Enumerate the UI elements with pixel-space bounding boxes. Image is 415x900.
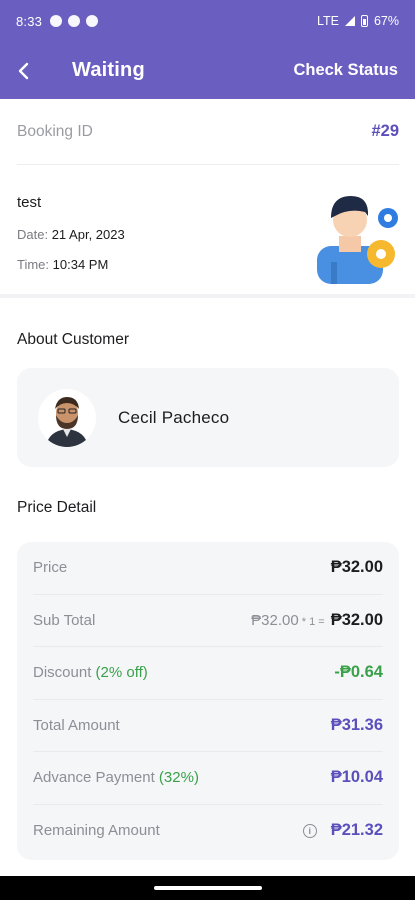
customer-name: Cecil Pacheco — [118, 407, 230, 427]
discount-row: Discount (2% off) -₱0.64 — [33, 647, 383, 700]
discount-label: Discount — [33, 664, 92, 682]
advance-percent: (32%) — [158, 769, 199, 787]
subtotal-label: Sub Total — [33, 611, 96, 629]
messenger-notification-icon — [86, 15, 99, 27]
back-arrow-icon — [18, 62, 29, 79]
time-label: Time: — [17, 257, 50, 272]
advance-value: ₱10.04 — [330, 768, 383, 787]
discount-value: -₱0.64 — [334, 663, 383, 682]
discount-label-group: Discount (2% off) — [33, 664, 148, 681]
price-row: Price ₱32.00 — [33, 542, 383, 595]
status-bar: 8:33 LTE 67% — [0, 0, 415, 42]
remaining-label: Remaining Amount — [33, 822, 160, 840]
battery-percent: 67% — [373, 14, 399, 28]
subtotal-calculation: ₱32.00 * 1 = — [251, 612, 325, 629]
customer-avatar-image — [46, 396, 88, 447]
battery-icon — [360, 15, 368, 27]
advance-label: Advance Payment — [33, 769, 155, 787]
subtotal-unit-price: ₱32.00 — [251, 611, 299, 629]
price-value: ₱32.00 — [330, 558, 383, 577]
status-time: 8:33 — [16, 13, 43, 29]
system-nav-bar — [0, 876, 415, 900]
info-icon[interactable]: i — [302, 823, 317, 838]
home-gesture-handle[interactable] — [154, 886, 262, 890]
network-type: LTE — [316, 14, 339, 28]
customer-card[interactable]: Cecil Pacheco — [17, 368, 399, 467]
price-detail-card: Price ₱32.00 Sub Total ₱32.00 * 1 = ₱32.… — [17, 542, 399, 860]
subtotal-value-group: ₱32.00 * 1 = ₱32.00 — [251, 611, 383, 630]
time-value: 10:34 PM — [52, 257, 109, 272]
price-detail-title: Price Detail — [17, 499, 97, 516]
discount-percent: (2% off) — [95, 664, 148, 682]
facebook-notification-icon — [68, 15, 81, 27]
date-value: 21 Apr, 2023 — [51, 227, 125, 242]
check-status-button[interactable]: Check Status — [293, 61, 398, 80]
price-label: Price — [33, 559, 68, 577]
remaining-row: Remaining Amount i ₱21.32 — [33, 805, 383, 858]
booking-id-row: Booking ID #29 — [17, 99, 399, 165]
booking-id-label: Booking ID — [17, 122, 93, 140]
total-value: ₱31.36 — [330, 715, 383, 734]
page-title: Waiting — [72, 59, 145, 81]
remaining-value: ₱21.32 — [330, 821, 383, 840]
back-button[interactable] — [0, 42, 48, 99]
booking-id-value: #29 — [371, 122, 399, 140]
total-label: Total Amount — [33, 716, 120, 734]
section-divider — [0, 294, 415, 298]
signal-icon — [344, 16, 355, 26]
date-label: Date: — [17, 227, 49, 242]
customer-avatar — [38, 388, 96, 447]
advance-label-group: Advance Payment (32%) — [33, 769, 199, 786]
advance-payment-row: Advance Payment (32%) ₱10.04 — [33, 752, 383, 805]
total-row: Total Amount ₱31.36 — [33, 700, 383, 752]
service-summary: test Date: 21 Apr, 2023 Time: 10:34 PM — [17, 180, 399, 285]
subtotal-row: Sub Total ₱32.00 * 1 = ₱32.00 — [33, 595, 383, 647]
subtotal-value: ₱32.00 — [330, 610, 383, 629]
app-bar: Waiting Check Status — [0, 42, 415, 99]
remaining-value-group: i ₱21.32 — [302, 821, 383, 840]
chat-notification-icon — [50, 15, 63, 27]
service-illustration — [317, 196, 398, 284]
subtotal-quantity: * 1 = — [298, 615, 325, 628]
about-customer-title: About Customer — [17, 331, 129, 348]
